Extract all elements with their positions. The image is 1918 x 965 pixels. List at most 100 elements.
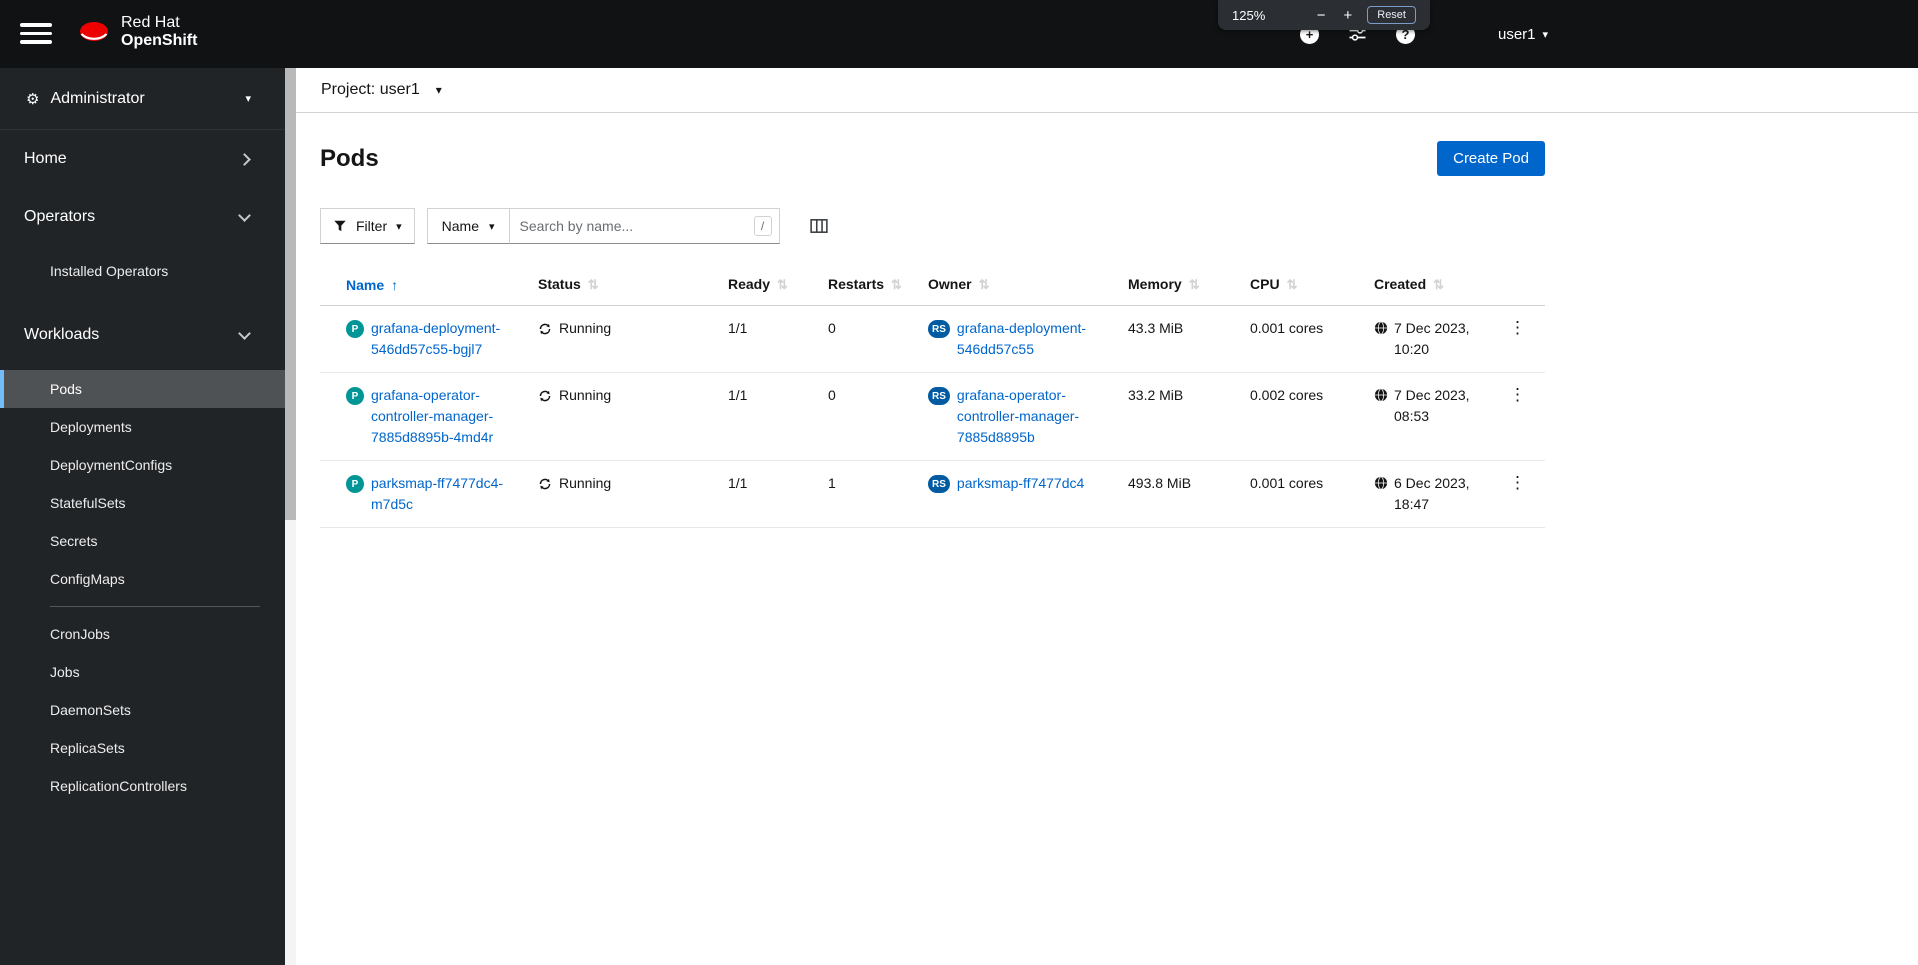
zoom-out-button[interactable]: − (1317, 8, 1326, 23)
replicaset-badge: RS (928, 320, 950, 338)
project-selector[interactable]: Project: user1 ▾ (296, 68, 1918, 113)
attribute-dropdown[interactable]: Name ▾ (426, 208, 510, 244)
restarts-cell: 1 (818, 460, 918, 528)
sort-icon: ⇅ (978, 277, 990, 292)
kebab-menu-button[interactable]: ⋮ (1501, 473, 1534, 493)
attribute-label: Name (441, 218, 480, 234)
pod-badge: P (346, 320, 364, 338)
sidebar-item-cronjobs[interactable]: CronJobs (0, 615, 285, 653)
column-header-name[interactable]: Name ↑ (320, 266, 528, 306)
redhat-openshift-logo: Red Hat OpenShift (76, 14, 197, 50)
created-text: 7 Dec 2023, 08:53 (1394, 387, 1470, 424)
pod-badge: P (346, 387, 364, 405)
memory-cell: 493.8 MiB (1118, 460, 1240, 528)
column-header-created[interactable]: Created ⇅ (1364, 266, 1490, 306)
nav-section-operators[interactable]: Operators (0, 188, 285, 246)
column-header-owner[interactable]: Owner ⇅ (918, 266, 1118, 306)
user-menu[interactable]: user1 ▾ (1498, 26, 1548, 43)
cpu-cell: 0.001 cores (1240, 460, 1364, 528)
column-header-actions (1490, 266, 1545, 306)
perspective-label: Administrator (50, 89, 145, 107)
zoom-level: 125% (1232, 7, 1266, 23)
table-row: P grafana-deployment-546dd57c55-bgjl7 Ru… (320, 305, 1545, 373)
sidebar-item-deployments[interactable]: Deployments (0, 408, 285, 446)
sidebar-item-statefulsets[interactable]: StatefulSets (0, 484, 285, 522)
column-header-restarts[interactable]: Restarts ⇅ (818, 266, 918, 306)
list-toolbar: Filter ▾ Name ▾ / (320, 208, 1918, 244)
column-header-cpu[interactable]: CPU ⇅ (1240, 266, 1364, 306)
sidebar-item-replicationcontrollers[interactable]: ReplicationControllers (0, 767, 285, 805)
gear-icon: ⚙ (26, 90, 40, 108)
caret-down-icon: ▾ (435, 83, 442, 97)
column-header-memory[interactable]: Memory ⇅ (1118, 266, 1240, 306)
sidebar-item-jobs[interactable]: Jobs (0, 653, 285, 691)
search-input[interactable] (509, 209, 779, 243)
sidebar-item-installed-operators[interactable]: Installed Operators (0, 252, 285, 290)
caret-down-icon: ▾ (245, 93, 251, 105)
filter-dropdown[interactable]: Filter ▾ (320, 208, 415, 244)
sort-icon: ⇅ (777, 277, 788, 292)
columns-icon (809, 219, 828, 233)
pod-badge: P (346, 475, 364, 493)
sidebar-item-daemonsets[interactable]: DaemonSets (0, 691, 285, 729)
sync-icon (539, 323, 551, 334)
sidebar-item-pods[interactable]: Pods (0, 370, 285, 408)
column-header-ready[interactable]: Ready ⇅ (718, 266, 818, 306)
table-row: P grafana-operator-controller-manager-78… (320, 372, 1545, 461)
table-header-row: Name ↑ Status ⇅ Ready ⇅ Restarts ⇅ Owner ⇅ (320, 266, 1545, 306)
nav-section-label: Workloads (24, 326, 100, 343)
sort-icon: ⇅ (1433, 277, 1445, 292)
kebab-icon: ⋮ (1509, 318, 1526, 337)
chevron-right-icon (238, 152, 251, 166)
sidebar-item-deploymentconfigs[interactable]: DeploymentConfigs (0, 446, 285, 484)
operators-subnav: Installed Operators (0, 246, 285, 306)
brand-line2: OpenShift (121, 32, 198, 49)
kebab-menu-button[interactable]: ⋮ (1501, 385, 1534, 405)
page-title: Pods (320, 144, 379, 172)
created-text: 6 Dec 2023, 18:47 (1394, 475, 1470, 512)
username: user1 (1498, 25, 1536, 43)
ready-cell: 1/1 (718, 305, 818, 373)
owner-link[interactable]: grafana-deployment-546dd57c55 (957, 318, 1108, 360)
chevron-down-icon (238, 326, 251, 340)
nav-divider (50, 606, 260, 607)
sidebar-item-secrets[interactable]: Secrets (0, 522, 285, 560)
nav-section-home[interactable]: Home (0, 130, 285, 188)
caret-down-icon: ▾ (396, 220, 402, 233)
brand-line1: Red Hat (121, 14, 180, 31)
zoom-in-button[interactable]: + (1343, 8, 1352, 23)
column-header-status[interactable]: Status ⇅ (528, 266, 718, 306)
caret-down-icon: ▾ (1542, 28, 1549, 41)
hamburger-menu-button[interactable] (20, 23, 52, 45)
status-text: Running (559, 475, 612, 491)
sidebar-scrollbar[interactable] (285, 68, 296, 965)
column-management-button[interactable] (809, 217, 828, 235)
funnel-icon (334, 220, 346, 232)
status-text: Running (559, 387, 612, 403)
scrollbar-thumb[interactable] (285, 68, 296, 520)
search-box: / (509, 208, 780, 244)
nav-section-label: Operators (24, 208, 96, 225)
slash-shortcut-hint: / (753, 216, 772, 236)
redhat-fedora-icon (80, 21, 108, 41)
nav-section-workloads[interactable]: Workloads (0, 306, 285, 364)
pod-name-link[interactable]: grafana-deployment-546dd57c55-bgjl7 (371, 318, 518, 360)
sidebar-item-replicasets[interactable]: ReplicaSets (0, 729, 285, 767)
kebab-menu-button[interactable]: ⋮ (1501, 318, 1534, 338)
owner-link[interactable]: grafana-operator-controller-manager-7885… (957, 385, 1108, 448)
sync-icon (539, 478, 551, 489)
brand-text: Red Hat OpenShift (121, 14, 197, 50)
masthead: Red Hat OpenShift + ? user1 ▾ 125% − + R… (0, 0, 1918, 68)
status-text: Running (559, 320, 612, 336)
owner-link[interactable]: parksmap-ff7477dc4 (957, 473, 1084, 494)
sidebar-item-configmaps[interactable]: ConfigMaps (0, 560, 285, 598)
pod-name-link[interactable]: parksmap-ff7477dc4-m7d5c (371, 473, 518, 515)
perspective-switcher[interactable]: ⚙ Administrator ▾ (0, 68, 285, 130)
zoom-reset-button[interactable]: Reset (1367, 6, 1416, 24)
cpu-cell: 0.001 cores (1240, 305, 1364, 373)
replicaset-badge: RS (928, 387, 950, 405)
create-pod-button[interactable]: Create Pod (1437, 141, 1545, 176)
pod-name-link[interactable]: grafana-operator-controller-manager-7885… (371, 385, 518, 448)
replicaset-badge: RS (928, 475, 950, 493)
kebab-icon: ⋮ (1509, 473, 1526, 492)
